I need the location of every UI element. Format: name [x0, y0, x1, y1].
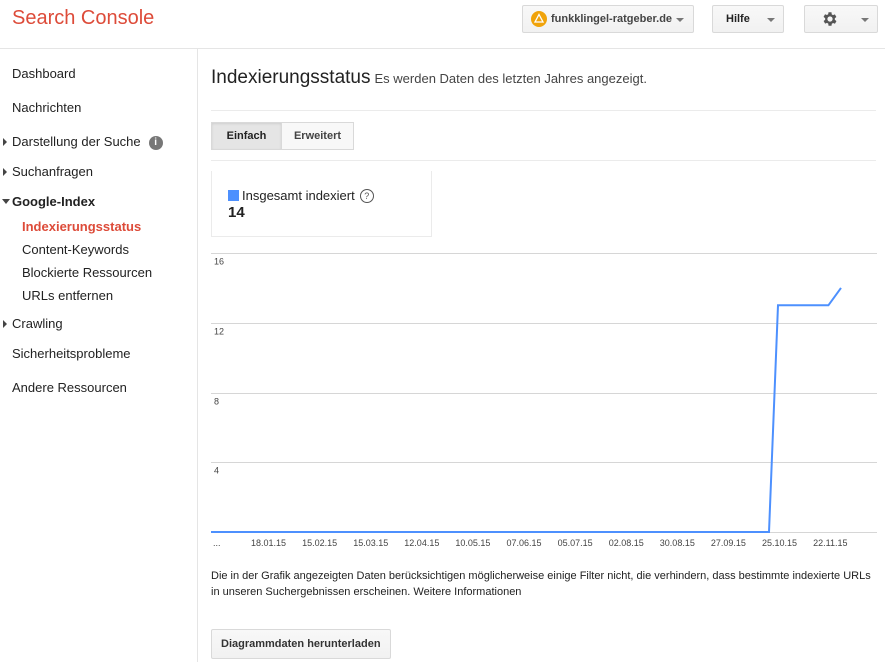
sidebar-item-dashboard[interactable]: Dashboard	[12, 66, 76, 81]
sidebar-item-label: Dashboard	[12, 66, 76, 81]
series-color-swatch	[228, 190, 239, 201]
x-tick-label: 07.06.15	[507, 538, 542, 548]
series-line	[211, 287, 842, 533]
divider	[211, 160, 876, 161]
sidebar-subitem-urls-entfernen[interactable]: URLs entfernen	[22, 288, 113, 303]
app-title[interactable]: Search Console	[12, 7, 154, 30]
sidebar-item-darstellung[interactable]: Darstellung der Suche i	[12, 134, 163, 150]
help-icon[interactable]: ?	[359, 189, 374, 203]
sidebar-subitem-indexierungsstatus[interactable]: Indexierungsstatus	[22, 219, 141, 234]
sidebar-subitem-content-keywords[interactable]: Content-Keywords	[22, 242, 129, 257]
chevron-down-icon	[767, 18, 775, 22]
x-tick-label: ...	[213, 538, 221, 548]
x-tick-label: 15.03.15	[353, 538, 388, 548]
settings-button[interactable]	[804, 5, 878, 33]
sidebar-item-label: Crawling	[12, 316, 63, 331]
chart-footnote: Die in der Grafik angezeigten Daten berü…	[211, 570, 871, 598]
y-tick-label: 8	[214, 397, 219, 407]
help-button[interactable]: Hilfe	[712, 5, 784, 33]
site-favicon-icon	[531, 11, 547, 27]
page-title-row: Indexierungsstatus Es werden Daten des le…	[211, 67, 647, 89]
download-chart-data-button[interactable]: Diagrammdaten herunterladen	[211, 629, 391, 659]
sidebar-item-label: Darstellung der Suche	[12, 134, 141, 149]
sidebar-item-label: Sicherheitsprobleme	[12, 346, 131, 361]
site-selector-button[interactable]: funkklingel-ratgeber.de	[522, 5, 694, 33]
sidebar-item-google-index[interactable]: Google-Index	[12, 194, 95, 209]
x-tick-label: 10.05.15	[455, 538, 490, 548]
gear-icon	[823, 12, 837, 26]
sidebar-item-andere-ressourcen[interactable]: Andere Ressourcen	[12, 380, 127, 395]
main-content: Indexierungsstatus Es werden Daten des le…	[198, 49, 885, 662]
x-tick-label: 18.01.15	[251, 538, 286, 548]
sidebar-subitem-blockierte-ressourcen[interactable]: Blockierte Ressourcen	[22, 265, 152, 280]
metric-value: 14	[228, 204, 245, 221]
tab-einfach[interactable]: Einfach	[211, 122, 282, 150]
page-subtitle: Es werden Daten des letzten Jahres angez…	[374, 71, 647, 86]
sidebar-item-crawling[interactable]: Crawling	[12, 316, 63, 331]
caret-right-icon	[3, 168, 7, 176]
sidebar-item-suchanfragen[interactable]: Suchanfragen	[12, 164, 93, 179]
x-tick-label: 27.09.15	[711, 538, 746, 548]
caret-right-icon	[3, 138, 7, 146]
metric-label: Insgesamt indexiert	[242, 188, 355, 203]
help-label: Hilfe	[726, 13, 750, 25]
page-title: Indexierungsstatus	[211, 67, 371, 88]
sidebar-item-nachrichten[interactable]: Nachrichten	[12, 100, 81, 115]
x-tick-label: 02.08.15	[609, 538, 644, 548]
chevron-down-icon	[861, 18, 869, 22]
sidebar-item-label: Andere Ressourcen	[12, 380, 127, 395]
sidebar: Dashboard Nachrichten Darstellung der Su…	[0, 49, 198, 662]
caret-down-icon	[2, 199, 10, 204]
sidebar-item-label: Suchanfragen	[12, 164, 93, 179]
x-tick-label: 25.10.15	[762, 538, 797, 548]
metric-label-row: Insgesamt indexiert?	[242, 188, 374, 203]
info-icon[interactable]: i	[148, 136, 163, 150]
y-tick-label: 12	[214, 327, 224, 337]
x-tick-label: 12.04.15	[404, 538, 439, 548]
metric-card: Insgesamt indexiert? 14	[211, 171, 432, 237]
y-tick-label: 4	[214, 466, 219, 476]
site-selector-label: funkklingel-ratgeber.de	[551, 13, 673, 25]
tab-erweitert[interactable]: Erweitert	[281, 122, 354, 150]
chevron-down-icon	[676, 18, 684, 22]
x-tick-label: 15.02.15	[302, 538, 337, 548]
caret-right-icon	[3, 320, 7, 328]
x-tick-label: 30.08.15	[660, 538, 695, 548]
x-tick-label: 05.07.15	[558, 538, 593, 548]
x-tick-label: 22.11.15	[813, 538, 847, 548]
sidebar-item-sicherheitsprobleme[interactable]: Sicherheitsprobleme	[12, 346, 131, 361]
sidebar-item-label: Google-Index	[12, 194, 96, 209]
divider	[211, 110, 876, 111]
index-status-chart: 16 12 8 4... 18.01.15 15.02.15 15.03.15 12.04.1…	[211, 253, 877, 548]
y-tick-label: 16	[214, 257, 224, 267]
sidebar-item-label: Nachrichten	[12, 100, 82, 115]
header: Search Console funkklingel-ratgeber.de H…	[0, 0, 885, 49]
